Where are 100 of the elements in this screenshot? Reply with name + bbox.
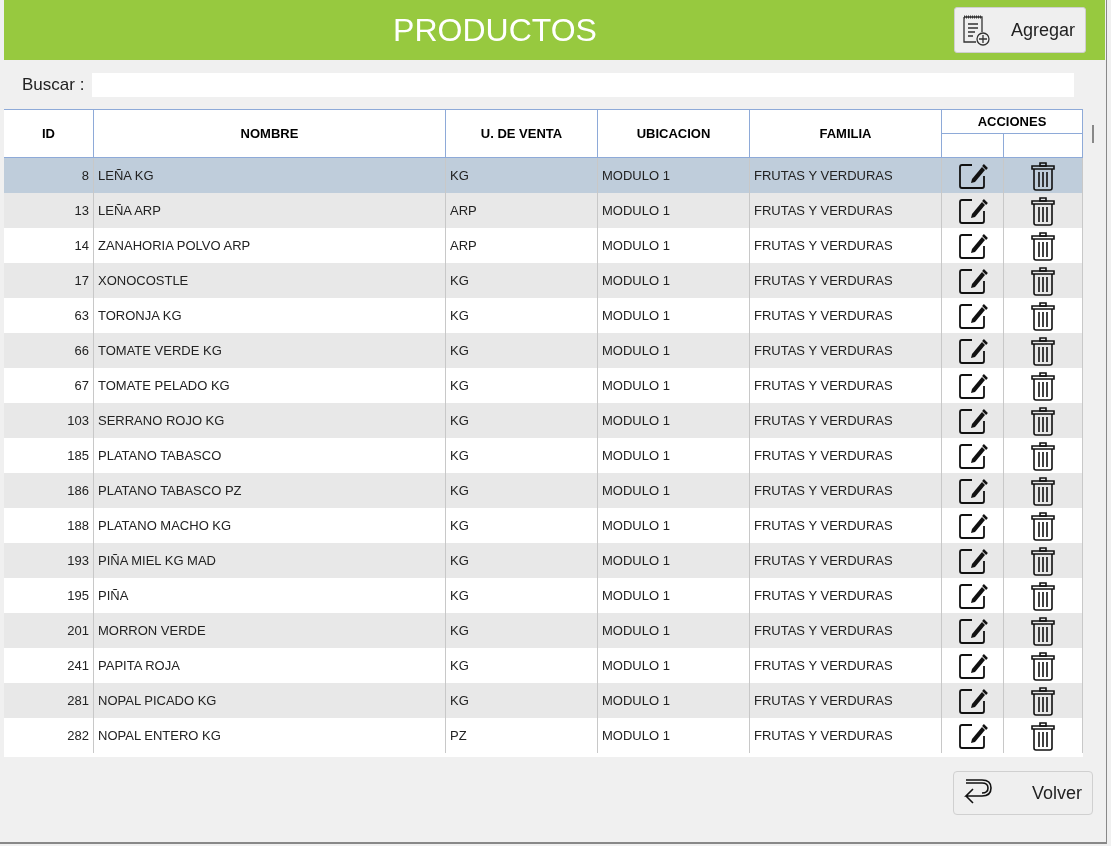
- delete-button[interactable]: [1031, 615, 1055, 646]
- table-cell-text: MODULO 1: [602, 376, 670, 395]
- column-header: UBICACION: [598, 110, 750, 157]
- table-cell-text: XONOCOSTLE: [98, 271, 189, 290]
- edit-button[interactable]: [957, 476, 988, 505]
- edit-button[interactable]: [957, 196, 988, 225]
- table-cell-text: KG: [450, 481, 469, 500]
- table-cell-text: MODULO 1: [602, 726, 670, 745]
- add-button[interactable]: Agregar: [954, 7, 1086, 53]
- table-row[interactable]: 17 XONOCOSTLE KG MODULO 1 FRUTAS Y VERDURAS: [4, 263, 1083, 298]
- edit-button[interactable]: [957, 581, 988, 610]
- delete-button[interactable]: [1031, 195, 1055, 226]
- table-row[interactable]: 13 LEÑA ARP ARP MODULO 1 FRUTAS Y VERDURAS: [4, 193, 1083, 228]
- delete-button[interactable]: [1031, 300, 1055, 331]
- edit-button[interactable]: [957, 511, 988, 540]
- table-cell-text: TORONJA KG: [98, 306, 182, 325]
- table-row[interactable]: 201 MORRON VERDE KG MODULO 1 FRUTAS Y VERDURAS: [4, 613, 1083, 648]
- table-cell-text: 103: [67, 411, 89, 430]
- table-cell-text: KG: [450, 516, 469, 535]
- table-cell-text: TOMATE PELADO KG: [98, 376, 230, 395]
- table-cell-text: FRUTAS Y VERDURAS: [754, 516, 893, 535]
- table-cell-text: FRUTAS Y VERDURAS: [754, 236, 893, 255]
- edit-icon: [957, 616, 988, 645]
- back-button[interactable]: Volver: [953, 771, 1093, 815]
- table-cell-text: 193: [67, 551, 89, 570]
- table-cell-text: ZANAHORIA POLVO ARP: [98, 236, 251, 255]
- edit-button[interactable]: [957, 546, 988, 575]
- delete-button[interactable]: [1031, 160, 1055, 191]
- table-cell-text: KG: [450, 656, 469, 675]
- table-cell-text: MODULO 1: [602, 516, 670, 535]
- table-cell-text: 188: [67, 516, 89, 535]
- table-cell-text: KG: [450, 411, 469, 430]
- table-cell-text: FRUTAS Y VERDURAS: [754, 691, 893, 710]
- table-cell-text: 14: [74, 236, 89, 255]
- edit-button[interactable]: [957, 406, 988, 435]
- edit-icon: [957, 231, 988, 260]
- table-cell-text: MODULO 1: [602, 621, 670, 640]
- edit-icon: [957, 546, 988, 575]
- table-row[interactable]: 193 PIÑA MIEL KG MAD KG MODULO 1 FRUTAS Y VERDURAS: [4, 543, 1083, 578]
- delete-button[interactable]: [1031, 265, 1055, 296]
- delete-button[interactable]: [1031, 335, 1055, 366]
- edit-icon: [957, 651, 988, 680]
- delete-button[interactable]: [1031, 230, 1055, 261]
- delete-button[interactable]: [1031, 405, 1055, 436]
- table-row[interactable]: 66 TOMATE VERDE KG KG MODULO 1 FRUTAS Y VERDURAS: [4, 333, 1083, 368]
- table-cell-text: TOMATE VERDE KG: [98, 341, 222, 360]
- trash-icon: [1031, 265, 1055, 296]
- table-cell-text: FRUTAS Y VERDURAS: [754, 726, 893, 745]
- table-cell-text: FRUTAS Y VERDURAS: [754, 411, 893, 430]
- scrollbar-thumb[interactable]: [1092, 125, 1094, 143]
- delete-button[interactable]: [1031, 720, 1055, 751]
- delete-button[interactable]: [1031, 510, 1055, 541]
- trash-icon: [1031, 300, 1055, 331]
- edit-icon: [957, 336, 988, 365]
- table-cell-text: MODULO 1: [602, 236, 670, 255]
- table-row[interactable]: 103 SERRANO ROJO KG KG MODULO 1 FRUTAS Y VERDURAS: [4, 403, 1083, 438]
- table-cell-text: MODULO 1: [602, 446, 670, 465]
- edit-button[interactable]: [957, 686, 988, 715]
- trash-icon: [1031, 615, 1055, 646]
- table-cell-text: 195: [67, 586, 89, 605]
- edit-button[interactable]: [957, 651, 988, 680]
- table-cell-text: LEÑA ARP: [98, 201, 161, 220]
- table-cell-text: PZ: [450, 726, 467, 745]
- edit-button[interactable]: [957, 721, 988, 750]
- edit-button[interactable]: [957, 616, 988, 645]
- table-cell-text: MODULO 1: [602, 586, 670, 605]
- edit-button[interactable]: [957, 231, 988, 260]
- edit-button[interactable]: [957, 336, 988, 365]
- edit-icon: [957, 441, 988, 470]
- delete-button[interactable]: [1031, 440, 1055, 471]
- table-cell-text: FRUTAS Y VERDURAS: [754, 306, 893, 325]
- table-row[interactable]: 8 LEÑA KG KG MODULO 1 FRUTAS Y VERDURAS: [4, 158, 1083, 193]
- edit-icon: [957, 581, 988, 610]
- table-row[interactable]: 186 PLATANO TABASCO PZ KG MODULO 1 FRUTAS Y VERDURAS: [4, 473, 1083, 508]
- table-cell-text: LEÑA KG: [98, 166, 154, 185]
- table-cell-text: NOPAL PICADO KG: [98, 691, 217, 710]
- column-header: FAMILIA: [750, 110, 942, 157]
- table-cell-text: 282: [67, 726, 89, 745]
- edit-button[interactable]: [957, 371, 988, 400]
- delete-button[interactable]: [1031, 370, 1055, 401]
- table-cell-text: 67: [74, 376, 89, 395]
- delete-button[interactable]: [1031, 475, 1055, 506]
- table-cell-text: MORRON VERDE: [98, 621, 206, 640]
- edit-button[interactable]: [957, 266, 988, 295]
- edit-icon: [957, 301, 988, 330]
- table-cell-text: FRUTAS Y VERDURAS: [754, 656, 893, 675]
- edit-icon: [957, 476, 988, 505]
- table-cell-text: MODULO 1: [602, 201, 670, 220]
- delete-button[interactable]: [1031, 685, 1055, 716]
- edit-button[interactable]: [957, 161, 988, 190]
- table-cell-text: MODULO 1: [602, 691, 670, 710]
- delete-button[interactable]: [1031, 650, 1055, 681]
- delete-button[interactable]: [1031, 545, 1055, 576]
- trash-icon: [1031, 720, 1055, 751]
- edit-button[interactable]: [957, 441, 988, 470]
- table-cell-text: 241: [67, 656, 89, 675]
- table-row[interactable]: 281 NOPAL PICADO KG KG MODULO 1 FRUTAS Y VERDURAS: [4, 683, 1083, 718]
- edit-button[interactable]: [957, 301, 988, 330]
- delete-button[interactable]: [1031, 580, 1055, 611]
- trash-icon: [1031, 405, 1055, 436]
